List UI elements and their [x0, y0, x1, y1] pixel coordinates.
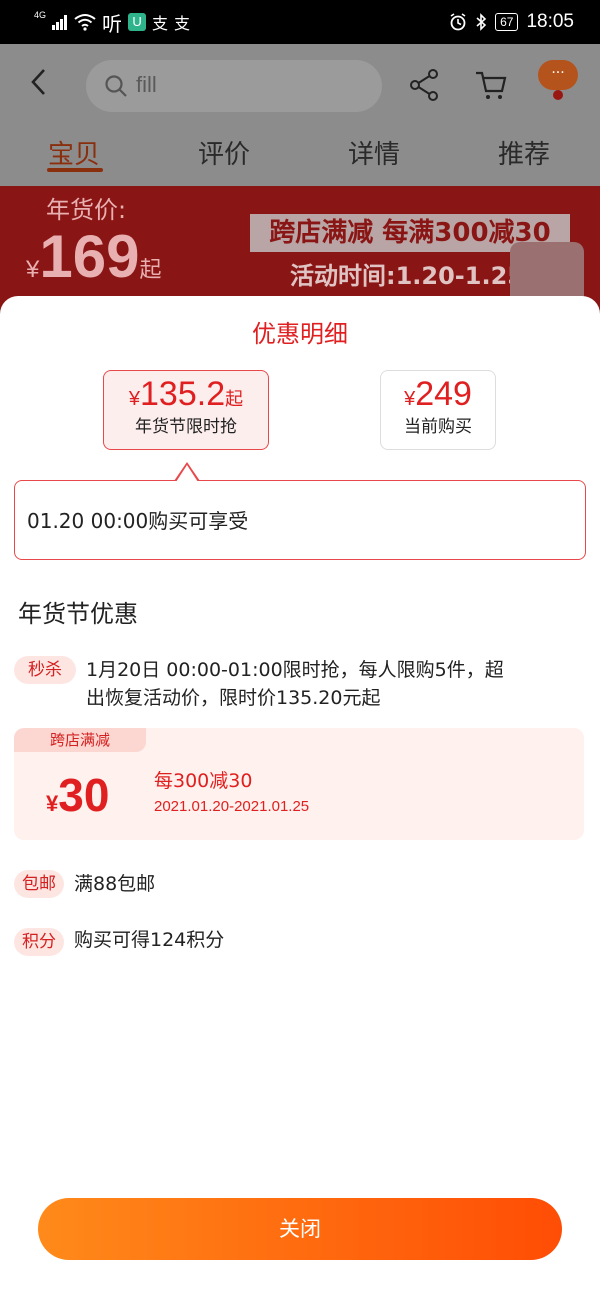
alipay-icon-1: 支 [152, 16, 169, 33]
alipay-icon-2: 支 [174, 16, 191, 33]
coupon-tag: 跨店满减 [14, 728, 146, 752]
promo-activity-time: 活动时间:1.20-1.25 [290, 262, 524, 290]
coupon-value: 30 [58, 769, 110, 821]
coupon-amount: ¥30 [46, 768, 109, 822]
price-option-amount: ¥135.2起 [104, 375, 268, 414]
search-icon [105, 75, 127, 97]
clock: 18:05 [526, 11, 574, 32]
app-icon-u: U [128, 13, 147, 31]
status-bar-right: 67 18:05 [449, 8, 574, 36]
sheet-title: 优惠明细 [252, 320, 348, 348]
bluetooth-icon [476, 13, 487, 31]
top-nav-bar: fill ··· [0, 44, 600, 126]
cart-icon [476, 71, 507, 99]
free-shipping-text: 满88包邮 [74, 873, 156, 895]
price-suffix: 起 [225, 389, 244, 409]
battery-indicator: 67 [495, 13, 519, 31]
search-bar[interactable]: fill [86, 60, 382, 112]
promo-price-label: 年货价: [46, 196, 127, 224]
section-title: 年货节优惠 [18, 600, 138, 628]
more-button[interactable]: ··· [538, 60, 578, 90]
flash-sale-desc-line1: 1月20日 00:00-01:00限时抢，每人限购5件，超 [86, 659, 504, 681]
price-value: 249 [415, 375, 472, 413]
active-tab-indicator [47, 168, 103, 172]
app-icon-ting: 听 [102, 13, 123, 36]
coupon-rule: 每300减30 [154, 770, 253, 792]
flash-sale-desc-line2: 出恢复活动价，限时价135.20元起 [86, 687, 381, 709]
cart-button[interactable] [472, 66, 510, 104]
status-bar: 4G 听 U 支 支 67 18:05 [0, 0, 600, 44]
price-option-label: 年货节限时抢 [135, 417, 237, 437]
flash-sale-tag: 秒杀 [14, 656, 76, 684]
currency-symbol: ¥ [404, 388, 416, 410]
purchase-tip-box: 01.20 00:00购买可享受 [14, 480, 586, 560]
points-text: 购买可得124积分 [74, 929, 225, 951]
tab-baobei[interactable]: 宝贝 [48, 134, 100, 171]
back-button[interactable] [28, 66, 60, 106]
network-type: 4G [34, 10, 47, 20]
currency-symbol: ¥ [26, 256, 40, 283]
status-bar-left: 4G 听 U 支 支 [34, 8, 190, 36]
currency-symbol: ¥ [46, 791, 59, 816]
price-option-flash-sale[interactable]: ¥135.2起 年货节限时抢 [103, 370, 269, 450]
points-tag: 积分 [14, 928, 64, 956]
tab-details[interactable]: 详情 [348, 134, 400, 171]
search-query: fill [136, 72, 157, 97]
alarm-icon [450, 13, 466, 31]
price-option-current[interactable]: ¥249 当前购买 [380, 370, 496, 450]
promo-price: ¥169起 [26, 222, 161, 291]
purchase-tip-text: 01.20 00:00购买可享受 [27, 509, 249, 533]
coupon-date-range: 2021.01.20-2021.01.25 [154, 798, 310, 815]
tab-recommend[interactable]: 推荐 [498, 134, 550, 171]
notification-dot [553, 90, 563, 100]
cross-store-discount-coupon: 跨店满减 ¥30 每300减30 2021.01.20-2021.01.25 [14, 728, 584, 840]
share-button[interactable] [405, 66, 443, 104]
back-arrow-icon [31, 69, 45, 95]
signal-icon [52, 15, 68, 30]
discount-detail-sheet: 优惠明细 ¥135.2起 年货节限时抢 ¥249 当前购买 01.20 00:0… [0, 296, 600, 1300]
price-suffix: 起 [139, 257, 162, 282]
price-option-amount: ¥249 [381, 375, 495, 414]
promo-price-value: 169 [39, 223, 140, 290]
share-icon [410, 69, 438, 101]
tab-reviews[interactable]: 评价 [198, 134, 250, 171]
free-shipping-tag: 包邮 [14, 870, 64, 898]
tip-pointer-fill [176, 465, 198, 482]
close-button[interactable]: 关闭 [38, 1198, 562, 1260]
price-option-label: 当前购买 [404, 417, 472, 437]
wifi-icon [74, 14, 96, 31]
price-value: 135.2 [140, 375, 226, 413]
product-tabs: 宝贝 评价 详情 推荐 [0, 126, 600, 186]
currency-symbol: ¥ [128, 388, 141, 410]
